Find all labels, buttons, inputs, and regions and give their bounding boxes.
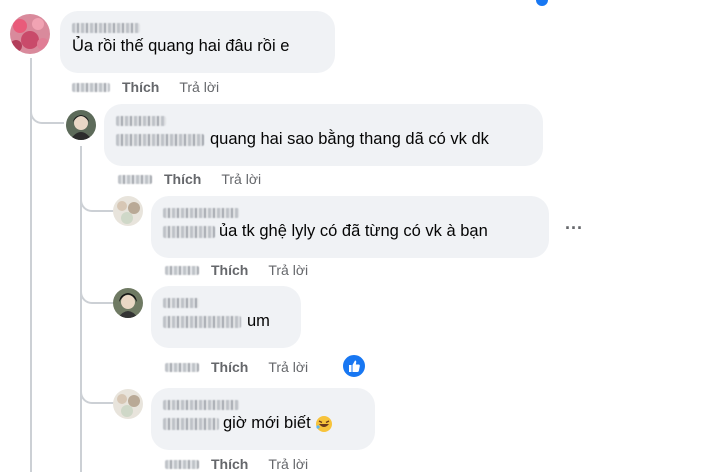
reply-button[interactable]: Trả lời — [268, 359, 308, 375]
mention-tag[interactable] — [163, 225, 215, 238]
timestamp[interactable] — [165, 265, 199, 275]
commenter-name[interactable] — [72, 19, 323, 35]
like-reaction-icon[interactable] — [341, 353, 367, 379]
commenter-name[interactable] — [163, 294, 289, 310]
comment-bubble: um — [151, 286, 301, 348]
commenter-name[interactable] — [116, 112, 531, 128]
commenter-name[interactable] — [163, 204, 537, 220]
mention-tag[interactable] — [163, 417, 219, 430]
comment-text: giờ mới biết — [223, 414, 311, 432]
comment-text: quang hai sao bằng thang dã có vk dk — [210, 130, 489, 148]
timestamp[interactable] — [165, 459, 199, 469]
commenter-name[interactable] — [163, 396, 363, 412]
thread-branch-1 — [30, 104, 64, 124]
reply-button[interactable]: Trả lời — [268, 262, 308, 278]
avatar-flowers-image — [113, 389, 143, 419]
timestamp[interactable] — [72, 82, 110, 92]
like-button[interactable]: Thích — [211, 456, 248, 472]
mention-tag[interactable] — [163, 315, 241, 328]
avatar-person-image — [66, 110, 96, 140]
like-button[interactable]: Thích — [122, 79, 159, 95]
more-options-icon[interactable]: ... — [565, 213, 583, 234]
comment-text: ủa tk ghệ lyly có đã từng có vk à bạn — [219, 222, 488, 240]
like-button[interactable]: Thích — [211, 262, 248, 278]
comment-bubble: Ủa rồi thế quang hai đâu rồi e — [60, 11, 335, 73]
thread-line-root — [30, 58, 32, 472]
reply-button[interactable]: Trả lời — [221, 171, 261, 187]
notification-dot — [536, 0, 548, 6]
avatar-person-image — [113, 288, 143, 318]
reply-button[interactable]: Trả lời — [179, 79, 219, 95]
comment-line: um — [163, 310, 289, 332]
like-button[interactable]: Thích — [211, 359, 248, 375]
thread-branch-3 — [80, 286, 114, 304]
comment-line: ủa tk ghệ lyly có đã từng có vk à bạn — [163, 220, 537, 242]
comment-text: Ủa rồi thế quang hai đâu rồi e — [72, 37, 290, 55]
comment-text: um — [247, 312, 270, 330]
comment-actions: Thích Trả lời — [165, 358, 308, 376]
comment-actions: Thích Trả lời — [72, 78, 219, 96]
thread-branch-4 — [80, 386, 114, 404]
avatar-flowers-image — [10, 14, 50, 54]
thread-branch-2 — [80, 194, 114, 212]
mention-tag[interactable] — [116, 133, 204, 146]
avatar[interactable] — [113, 389, 143, 419]
comment-bubble: giờ mới biết — [151, 388, 375, 450]
comment-line: giờ mới biết — [163, 412, 363, 434]
avatar[interactable] — [113, 196, 143, 226]
thumbs-up-icon — [349, 360, 360, 372]
timestamp[interactable] — [118, 174, 152, 184]
avatar[interactable] — [113, 288, 143, 318]
avatar[interactable] — [66, 110, 96, 140]
comment-actions: Thích Trả lời — [165, 261, 308, 279]
comment-bubble: quang hai sao bằng thang dã có vk dk — [104, 104, 543, 166]
reply-button[interactable]: Trả lời — [268, 456, 308, 472]
timestamp[interactable] — [165, 362, 199, 372]
comment-bubble: ủa tk ghệ lyly có đã từng có vk à bạn — [151, 196, 549, 258]
like-button[interactable]: Thích — [164, 171, 201, 187]
comment-actions: Thích Trả lời — [165, 455, 308, 473]
comment-actions: Thích Trả lời — [118, 170, 261, 188]
avatar-flowers-image — [113, 196, 143, 226]
rolling-laughing-emoji-icon — [315, 415, 332, 432]
avatar[interactable] — [10, 14, 50, 54]
comment-line: quang hai sao bằng thang dã có vk dk — [116, 128, 531, 150]
